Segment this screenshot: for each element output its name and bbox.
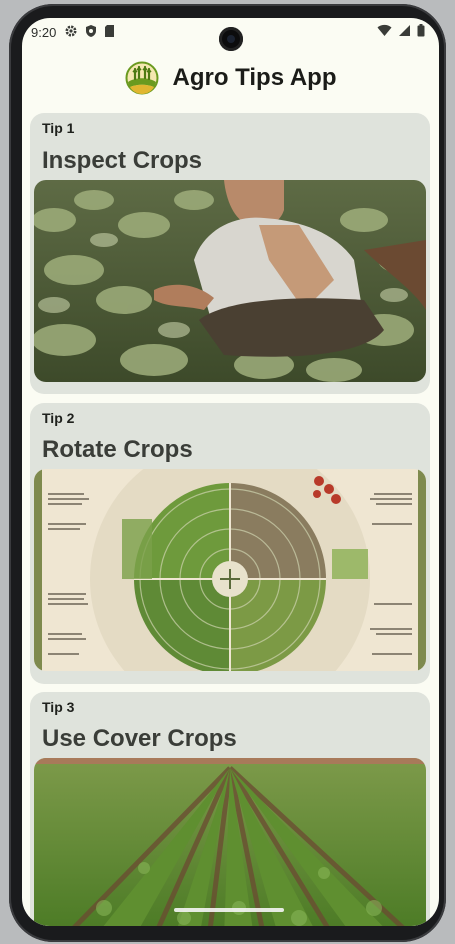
app-title: Agro Tips App [172, 64, 337, 91]
gear-icon [65, 25, 77, 37]
tip-title: Use Cover Crops [42, 725, 237, 752]
tip-title: Inspect Crops [42, 147, 203, 174]
gesture-nav-handle[interactable] [174, 908, 284, 912]
tip-label: Tip 3 [42, 699, 75, 715]
battery-icon [417, 24, 425, 37]
cell-signal-icon [399, 25, 410, 36]
front-camera [219, 27, 243, 51]
tip-card[interactable]: Tip 2 Rotate Crops [30, 403, 430, 684]
status-icons-left [64, 24, 115, 38]
status-bar: 9:20 [22, 18, 439, 51]
app-bar: Agro Tips App [22, 56, 439, 100]
tip-label: Tip 2 [42, 410, 75, 426]
farmer-inspecting-crops-photo [34, 180, 426, 382]
wifi-icon [377, 24, 392, 36]
shield-icon [86, 25, 96, 37]
tip-label: Tip 1 [42, 120, 75, 136]
crop-rotation-infographic [34, 469, 426, 671]
status-time: 9:20 [31, 25, 57, 40]
sd-card-icon [105, 25, 114, 37]
farm-field-logo-icon [125, 61, 158, 95]
tip-card[interactable]: Tip 1 Inspect Crops [30, 113, 430, 394]
cover-crop-field-photo [34, 758, 426, 926]
app-screen: 9:20 Agro Tips App Tip 1 Inspect Crops T… [22, 18, 439, 926]
tip-card[interactable]: Tip 3 Use Cover Crops [30, 692, 430, 926]
status-icons-right [377, 24, 425, 37]
tip-title: Rotate Crops [42, 436, 193, 463]
